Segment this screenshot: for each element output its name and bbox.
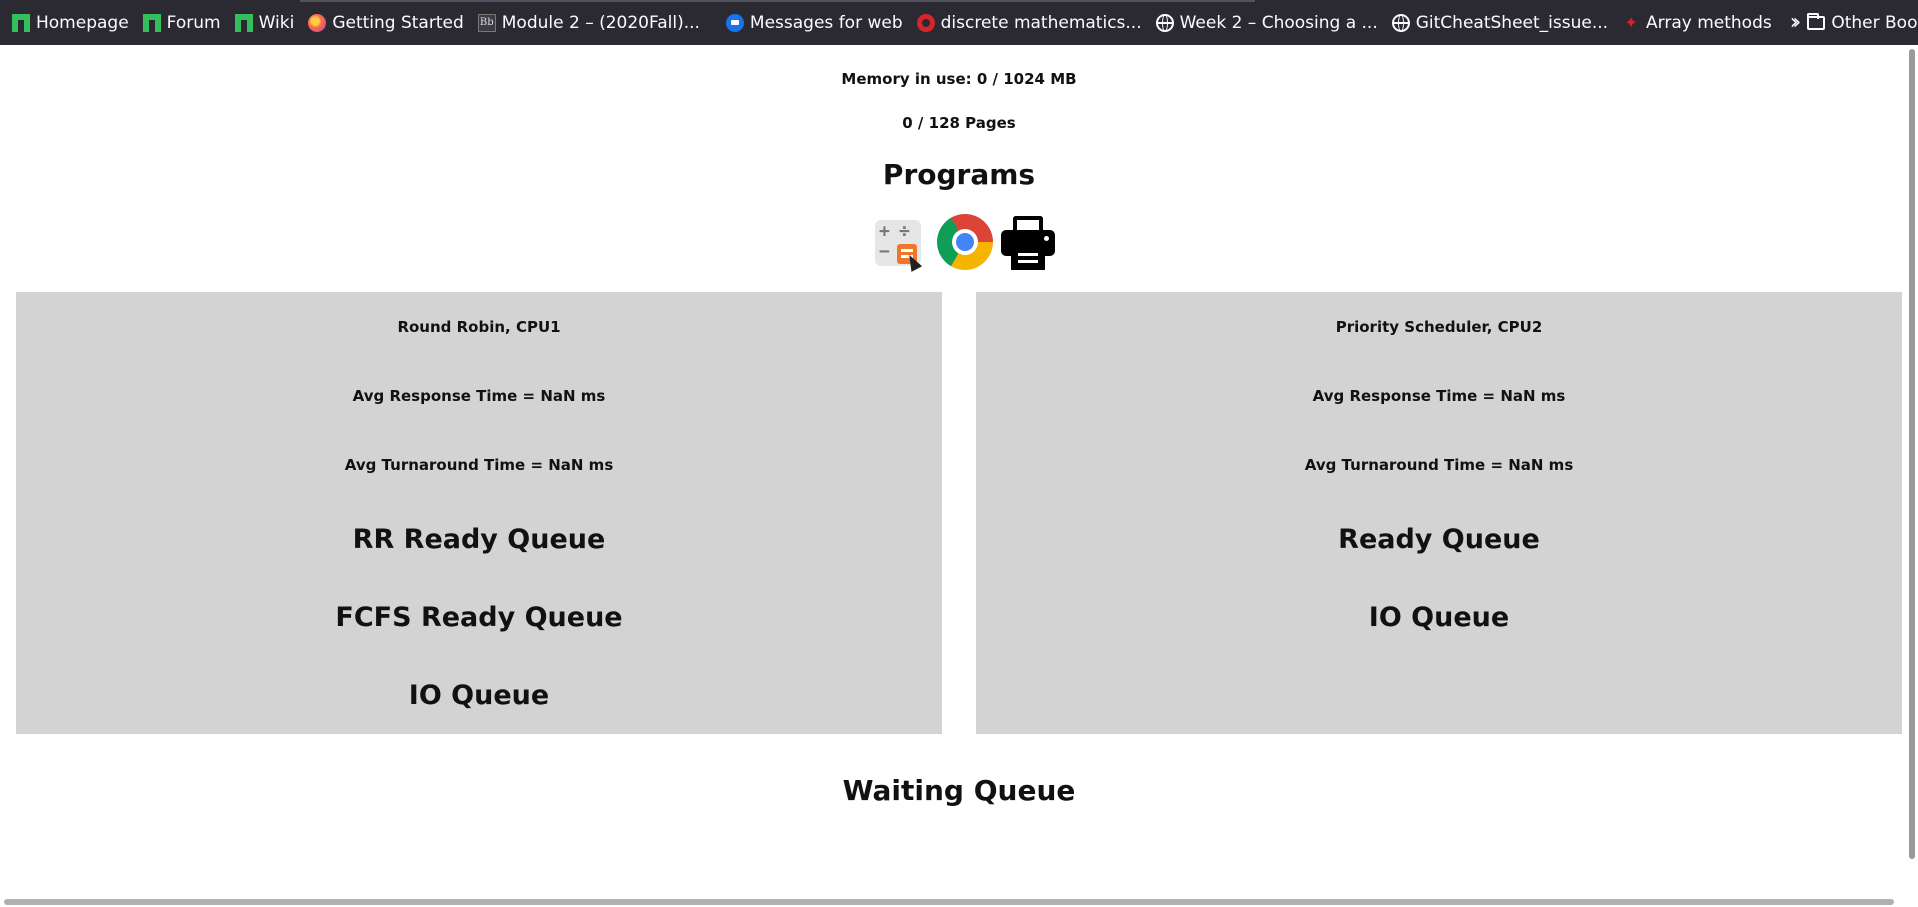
- printer-icon[interactable]: [999, 214, 1057, 272]
- programs-title: Programs: [882, 158, 1036, 191]
- memory-usage: Memory in use: 0 / 1024 MB: [841, 70, 1077, 88]
- bookmark-label: Homepage: [36, 12, 129, 33]
- bookmark-week-2[interactable]: Week 2 – Choosing a ...: [1155, 12, 1378, 33]
- chrome-program[interactable]: [937, 214, 993, 270]
- globe-icon: [1391, 13, 1410, 32]
- bookmark-label: Wiki: [258, 12, 295, 33]
- messages-icon: [725, 13, 744, 32]
- bookmark-getting-started[interactable]: Getting Started: [308, 12, 464, 33]
- bookmark-label: Forum: [166, 12, 221, 33]
- chrome-icon[interactable]: [937, 214, 993, 270]
- bookmark-wiki[interactable]: Wiki: [234, 12, 295, 33]
- bookmark-label: Week 2 – Choosing a ...: [1179, 12, 1378, 33]
- cpu2-io-queue: IO Queue: [1368, 602, 1510, 633]
- bookmark-module-2[interactable]: Bb Module 2 – (2020Fall)...: [477, 12, 700, 33]
- manjaro-icon: [234, 13, 253, 32]
- cpu2-title: Priority Scheduler, CPU2: [1335, 318, 1543, 336]
- bookmark-label: Module 2 – (2020Fall)...: [501, 12, 700, 33]
- bookmark-label: discrete mathematics...: [940, 12, 1142, 33]
- scrollbar-thumb[interactable]: [1909, 49, 1915, 859]
- bookmarks-toolbar: Homepage Forum Wiki Getting Started Bb M…: [0, 0, 1918, 45]
- cpu2-avg-response: Avg Response Time = NaN ms: [1312, 387, 1566, 405]
- manjaro-icon: [142, 13, 161, 32]
- firefox-icon: [308, 13, 327, 32]
- bookmark-array-methods[interactable]: ✦ Array methods: [1622, 12, 1772, 33]
- figure-icon: ✦: [1624, 12, 1638, 32]
- manjaro-icon: [12, 13, 30, 32]
- bookmark-forum[interactable]: Forum: [142, 12, 221, 33]
- cpu1-rr-ready-queue: RR Ready Queue: [352, 524, 606, 555]
- gear-red-icon: [916, 13, 935, 32]
- printer-program[interactable]: [999, 214, 1055, 270]
- bookmark-label: GitCheatSheet_issue...: [1415, 12, 1609, 33]
- chevron-double-right-icon[interactable]: ››: [1790, 10, 1801, 35]
- globe-icon: [1155, 13, 1174, 32]
- bookmark-messages[interactable]: Messages for web: [725, 12, 903, 33]
- cpu1-avg-turnaround: Avg Turnaround Time = NaN ms: [344, 456, 614, 474]
- bookmark-homepage[interactable]: Homepage: [12, 13, 129, 33]
- waiting-queue-title: Waiting Queue: [842, 774, 1076, 807]
- horizontal-scrollbar[interactable]: [0, 893, 1904, 907]
- cpu1-title: Round Robin, CPU1: [397, 318, 561, 336]
- cpu2-ready-queue: Ready Queue: [1338, 524, 1540, 555]
- bookmark-discrete-math[interactable]: discrete mathematics...: [916, 12, 1142, 33]
- bookmark-label: Getting Started: [332, 12, 464, 33]
- bookmark-label: Array methods: [1646, 12, 1772, 33]
- calculator-program[interactable]: + ÷ −: [875, 214, 931, 272]
- tab-indicator: [300, 0, 1255, 2]
- cpu1-fcfs-ready-queue: FCFS Ready Queue: [335, 602, 623, 633]
- blackboard-icon: Bb: [477, 13, 496, 32]
- other-bookmarks-label: Other Bookmarks: [1831, 12, 1918, 33]
- cpu2-panel: Priority Scheduler, CPU2 Avg Response Ti…: [976, 292, 1902, 734]
- programs-bar: + ÷ −: [875, 212, 1055, 272]
- cpu1-io-queue: IO Queue: [408, 680, 550, 711]
- cpu1-panel: Round Robin, CPU1 Avg Response Time = Na…: [16, 292, 942, 734]
- bookmark-label: Messages for web: [749, 12, 903, 33]
- folder-icon: [1807, 12, 1826, 30]
- scrollbar-thumb[interactable]: [4, 899, 1894, 905]
- cpu2-avg-turnaround: Avg Turnaround Time = NaN ms: [1304, 456, 1574, 474]
- vertical-scrollbar[interactable]: [1904, 45, 1918, 907]
- cpu1-avg-response: Avg Response Time = NaN ms: [352, 387, 606, 405]
- bookmark-git-cheatsheet[interactable]: GitCheatSheet_issue...: [1391, 12, 1609, 33]
- pages-usage: 0 / 128 Pages: [902, 114, 1016, 132]
- other-bookmarks[interactable]: Other Bookmarks: [1807, 12, 1918, 33]
